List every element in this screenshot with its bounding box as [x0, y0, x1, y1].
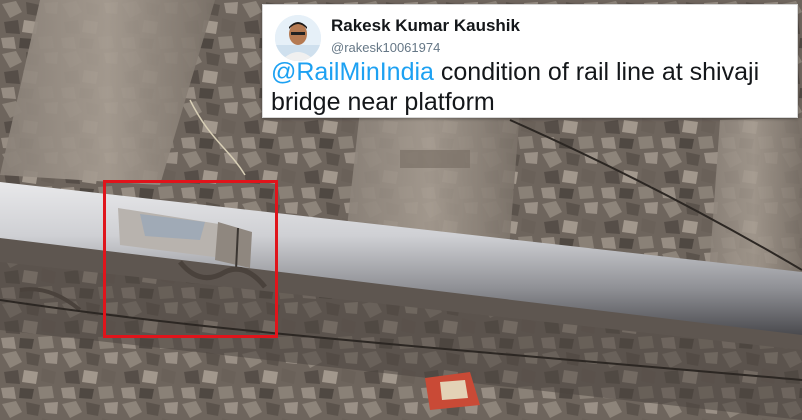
- tweet-text: @RailMinIndia condition of rail line at …: [271, 57, 795, 117]
- damage-highlight-box: [103, 180, 278, 338]
- author-name[interactable]: Rakesk Kumar Kaushik: [331, 16, 520, 36]
- mention-link[interactable]: @RailMinIndia: [271, 58, 434, 86]
- author-handle[interactable]: @rakesk10061974: [331, 40, 440, 55]
- user-avatar-icon: [275, 15, 321, 61]
- tweet-card[interactable]: Rakesk Kumar Kaushik @rakesk10061974 @Ra…: [262, 4, 798, 118]
- avatar[interactable]: [275, 15, 321, 61]
